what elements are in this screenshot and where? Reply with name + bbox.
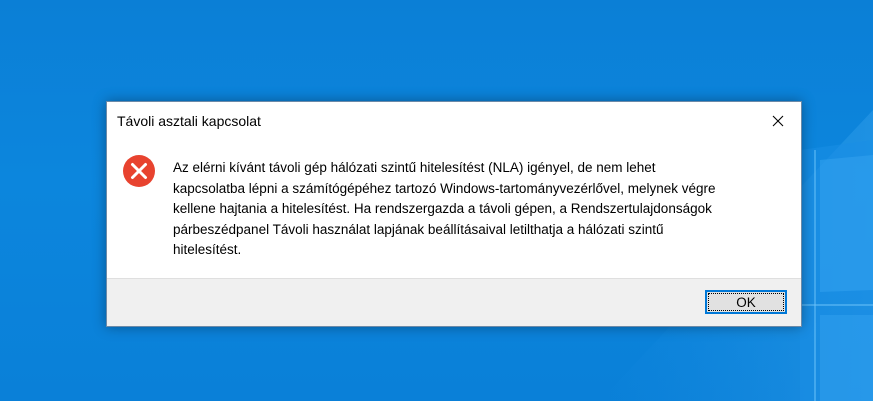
- error-message: Az elérni kívánt távoli gép hálózati szi…: [173, 158, 773, 261]
- message-line: Az elérni kívánt távoli gép hálózati szi…: [173, 160, 656, 175]
- dialog-titlebar[interactable]: Távoli asztali kapcsolat: [107, 102, 801, 140]
- message-line: hitelesítést.: [173, 242, 242, 257]
- message-line: párbeszédpanel Távoli használat lapjának…: [173, 221, 664, 237]
- message-line: kapcsolatba lépni a számítógépéhez tarto…: [173, 180, 716, 196]
- ok-button[interactable]: OK: [705, 290, 787, 314]
- close-button[interactable]: [755, 102, 801, 140]
- desktop-background: Távoli asztali kapcsolat Az elérni kíván…: [0, 0, 873, 401]
- dialog-content: Az elérni kívánt távoli gép hálózati szi…: [107, 140, 801, 278]
- close-icon: [772, 115, 784, 127]
- dialog-footer: OK: [107, 278, 801, 326]
- dialog-title: Távoli asztali kapcsolat: [117, 113, 261, 129]
- error-icon: [123, 155, 155, 187]
- error-dialog: Távoli asztali kapcsolat Az elérni kíván…: [106, 101, 802, 327]
- ok-button-label: OK: [736, 294, 756, 310]
- message-line: kellene hajtania a hitelesítést. Ha rend…: [173, 201, 712, 216]
